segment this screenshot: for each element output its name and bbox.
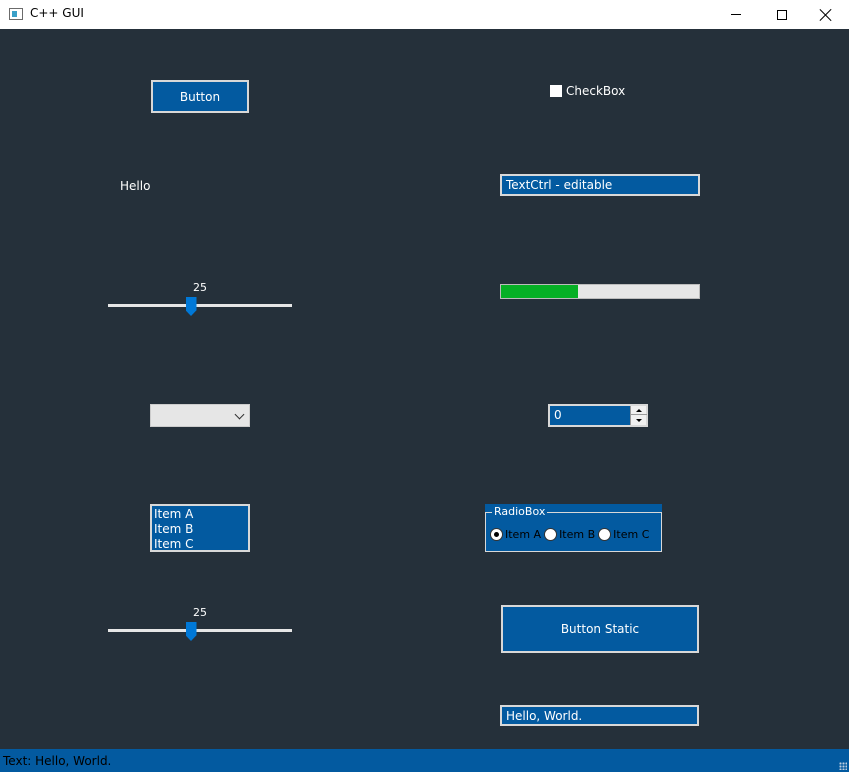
slider-thumb[interactable] [185, 622, 197, 641]
main-button[interactable]: Button [151, 80, 249, 113]
editable-text-field[interactable]: TextCtrl - editable [500, 174, 700, 196]
output-text-field[interactable]: Hello, World. [500, 705, 699, 726]
arrow-down-icon [636, 419, 642, 422]
radio-label[interactable]: Item A [505, 528, 541, 541]
close-icon [820, 9, 832, 21]
slider-top[interactable]: 25 [108, 277, 294, 317]
title-bar[interactable]: C++ GUI [0, 0, 849, 29]
list-item[interactable]: Item B [154, 522, 246, 537]
list-box[interactable]: Item A Item B Item C [150, 504, 250, 552]
spin-up-button[interactable] [631, 406, 647, 415]
spin-buttons [630, 406, 647, 425]
checkbox-label[interactable]: CheckBox [566, 84, 625, 98]
checkbox[interactable]: CheckBox [550, 84, 625, 98]
slider-value-label: 25 [193, 606, 207, 619]
app-window: C++ GUI Button CheckBox Hello TextCtrl -… [0, 0, 849, 772]
list-item[interactable]: Item C [154, 537, 246, 552]
status-text: Text: Hello, World. [3, 753, 112, 768]
slider-track[interactable] [108, 629, 292, 632]
radio-option-b[interactable]: Item B [544, 528, 595, 541]
slider-bottom[interactable]: 25 [108, 602, 294, 642]
checkbox-box[interactable] [550, 85, 562, 97]
maximize-button[interactable] [759, 0, 805, 29]
radio-option-a[interactable]: Item A [490, 528, 541, 541]
radio-button[interactable] [598, 528, 612, 541]
arrow-up-icon [636, 408, 642, 412]
radio-button[interactable] [490, 528, 503, 541]
button-static[interactable]: Button Static [501, 605, 699, 653]
progress-gauge-fill [501, 285, 579, 298]
client-area: Button CheckBox Hello TextCtrl - editabl… [0, 29, 849, 749]
spin-value[interactable]: 0 [554, 408, 562, 422]
radio-options: Item A Item B Item C [490, 528, 652, 541]
spin-control[interactable]: 0 [548, 404, 648, 427]
maximize-icon [777, 9, 787, 20]
static-text-label: Hello [120, 179, 151, 193]
close-button[interactable] [803, 0, 849, 29]
window-title: C++ GUI [30, 6, 84, 20]
resize-grip-icon[interactable] [839, 762, 847, 770]
status-bar: Text: Hello, World. [0, 749, 849, 772]
radio-box-title: RadioBox [492, 505, 548, 518]
list-item[interactable]: Item A [154, 507, 246, 522]
slider-value-label: 25 [193, 281, 207, 294]
radio-option-c[interactable]: Item C [598, 528, 649, 541]
app-window-icon [9, 8, 23, 20]
progress-gauge [500, 284, 700, 299]
radio-label[interactable]: Item C [613, 528, 649, 541]
minimize-button[interactable] [713, 0, 759, 29]
radio-box: RadioBox Item A Item B Item C [485, 504, 662, 552]
combo-box[interactable] [150, 404, 250, 427]
chevron-down-icon[interactable] [234, 409, 245, 420]
radio-label[interactable]: Item B [559, 528, 595, 541]
slider-thumb[interactable] [185, 297, 197, 316]
spin-down-button[interactable] [631, 416, 647, 425]
minimize-icon [731, 14, 741, 15]
radio-button[interactable] [544, 528, 558, 541]
slider-track[interactable] [108, 304, 292, 307]
